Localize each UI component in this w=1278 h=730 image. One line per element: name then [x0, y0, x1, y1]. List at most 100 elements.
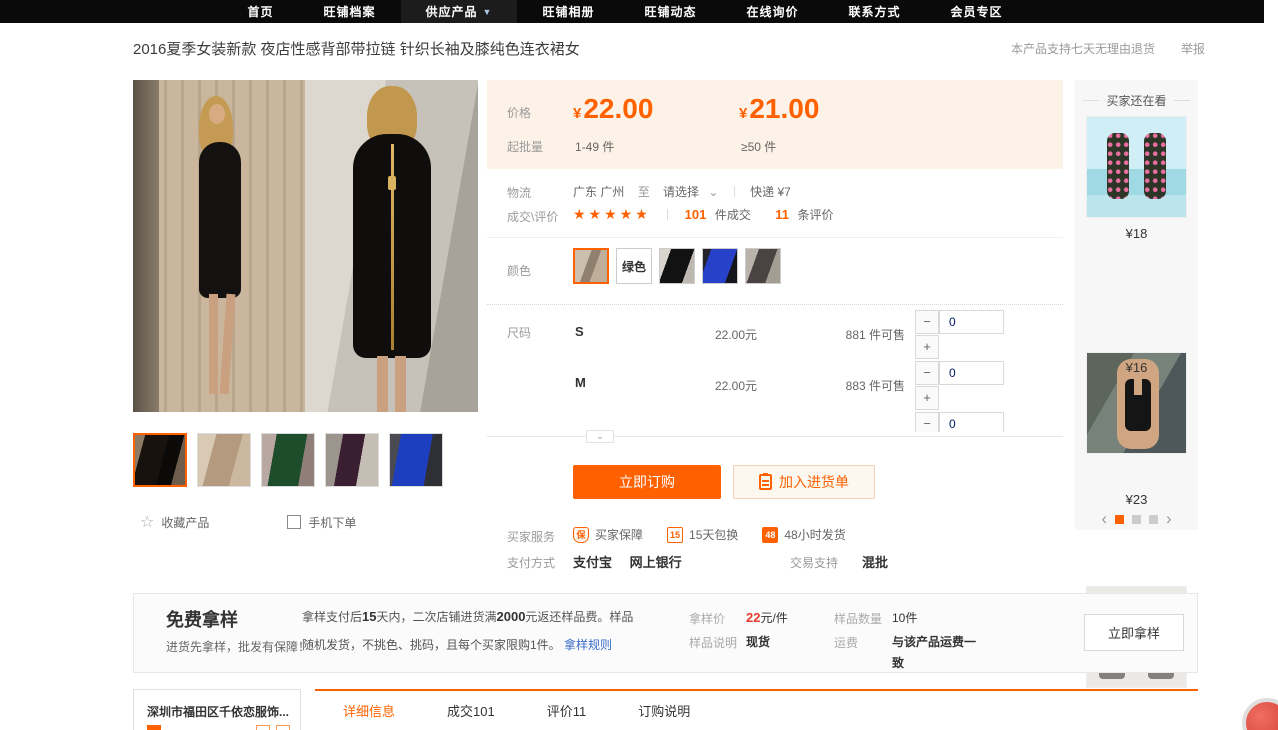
to-label: 至	[638, 185, 650, 199]
tab-deals[interactable]: 成交101	[447, 701, 495, 720]
nav-products-label: 供应产品	[426, 3, 478, 20]
sidebar-pager: ‹ ›	[1075, 514, 1198, 524]
seller-name[interactable]: 深圳市福田区千依恋服饰...	[147, 703, 289, 720]
nav-home[interactable]: 首页	[222, 0, 298, 23]
chevron-down-icon[interactable]: ⌄	[708, 185, 718, 199]
get-sample-button[interactable]: 立即拿样	[1084, 614, 1184, 651]
add-to-cart-label: 加入进货单	[779, 472, 849, 492]
tab-detail-info[interactable]: 详细信息	[343, 701, 395, 720]
next-arrow-icon[interactable]: ›	[1166, 514, 1172, 524]
swatch-blue[interactable]	[702, 248, 738, 284]
nav-contact[interactable]: 联系方式	[823, 0, 925, 23]
header: 2016夏季女装新款 夜店性感背部带拉链 针织长袖及膝纯色连衣裙女 本产品支持七…	[133, 38, 1205, 59]
nav-member-zone[interactable]: 会员专区	[926, 0, 1028, 23]
qr-code-icon[interactable]	[287, 515, 301, 529]
sample-freight-value: 与该产品运费一	[892, 633, 976, 650]
chevron-down-icon: ▼	[483, 7, 493, 17]
nav-activity[interactable]: 旺铺动态	[619, 0, 721, 23]
destination-select[interactable]: 请选择	[663, 185, 699, 199]
mobile-order-button[interactable]: 手机下单	[308, 514, 356, 531]
report-link[interactable]: 举报	[1181, 40, 1205, 59]
sample-qty-label: 样品数量	[834, 610, 882, 627]
product-page: 首页 旺铺档案 供应产品 ▼ 旺铺相册 旺铺动态 在线询价 联系方式 会员专区 …	[0, 0, 1278, 730]
sample-stock-label: 样品说明	[689, 634, 737, 651]
quantity-input[interactable]	[939, 412, 1004, 432]
thumbnail-blue-dress[interactable]	[389, 433, 443, 487]
deal-count[interactable]: 101	[685, 207, 707, 222]
rating-row: ★★★★★ 101 件成交 11 条评价	[573, 206, 834, 224]
expand-sizes-button[interactable]: ⌄	[586, 430, 614, 443]
payment-methods: 支付宝 网上银行	[573, 552, 696, 571]
seller-badge-icon	[256, 725, 270, 730]
divider	[734, 186, 735, 197]
favorite-product-button[interactable]: 收藏产品	[161, 514, 209, 531]
sidebar-title: 买家还在看	[1075, 92, 1198, 109]
add-to-cart-button[interactable]: 加入进货单	[733, 465, 875, 499]
swatch-beige[interactable]	[573, 248, 609, 284]
price-tier-1: ¥22.00	[573, 95, 653, 128]
size-row-partial: −	[487, 412, 1063, 432]
thumbnail-purple-dress[interactable]	[325, 433, 379, 487]
swatch-dark[interactable]	[745, 248, 781, 284]
sample-price-value: 22元/件	[746, 609, 788, 626]
sample-rules-link[interactable]: 拿样规则	[564, 638, 612, 652]
alipay-option[interactable]: 支付宝	[573, 555, 612, 570]
tab-order-notes[interactable]: 订购说明	[638, 701, 690, 720]
nav-shop-profile[interactable]: 旺铺档案	[298, 0, 400, 23]
plus-button[interactable]: +	[915, 386, 939, 410]
service-15day-exchange[interactable]: 15 15天包换	[667, 526, 738, 543]
floating-service-button[interactable]	[1242, 698, 1278, 730]
order-now-button[interactable]: 立即订购	[573, 465, 721, 499]
sample-stock-value: 现货	[746, 633, 770, 650]
calendar-15-icon: 15	[667, 527, 683, 543]
origin-text: 广东 广州	[573, 185, 624, 199]
plus-button[interactable]: +	[915, 335, 939, 359]
service-buyer-protection[interactable]: 保 买家保障	[573, 526, 643, 543]
swatch-black[interactable]	[659, 248, 695, 284]
clipboard-icon	[759, 474, 772, 490]
tab-reviews[interactable]: 评价11	[547, 701, 587, 720]
model-front-photo	[133, 80, 305, 412]
size-stock: 881 件可售	[787, 326, 905, 343]
seller-box: 深圳市福田区千依恋服饰...	[133, 689, 301, 730]
return-policy-link[interactable]: 本产品支持七天无理由退货	[1011, 40, 1155, 59]
netbank-option[interactable]: 网上银行	[630, 555, 682, 570]
color-swatches: 绿色	[573, 248, 781, 284]
nav-products[interactable]: 供应产品 ▼	[401, 0, 518, 23]
minus-button[interactable]: −	[915, 310, 939, 334]
thumbnail-strip	[133, 433, 443, 487]
pager-dot-2[interactable]	[1132, 515, 1141, 524]
size-price: 22.00元	[667, 377, 757, 394]
qty-tier-2: ≥50 件	[741, 138, 776, 155]
service-48h-shipping[interactable]: 48 48小时发货	[762, 526, 845, 543]
thumbnail-green-dress[interactable]	[261, 433, 315, 487]
thumbnail-beige-dress[interactable]	[197, 433, 251, 487]
product-main-image[interactable]	[133, 80, 478, 412]
quantity-input[interactable]	[939, 361, 1004, 385]
minus-button[interactable]: −	[915, 412, 939, 432]
size-list: S 22.00元 881 件可售 − + M 22.00元 883 件可售 − …	[487, 306, 1063, 432]
swatch-green[interactable]: 绿色	[616, 248, 652, 284]
nav-inquiry[interactable]: 在线询价	[721, 0, 823, 23]
size-row-m: M 22.00元 883 件可售 − +	[487, 361, 1063, 411]
seller-badge-icon	[276, 725, 290, 730]
prev-arrow-icon[interactable]: ‹	[1101, 514, 1107, 524]
seller-badge-icon	[147, 725, 161, 730]
trade-support-value: 混批	[862, 552, 888, 571]
related-product-1[interactable]	[1086, 116, 1187, 218]
top-nav: 首页 旺铺档案 供应产品 ▼ 旺铺相册 旺铺动态 在线询价 联系方式 会员专区	[0, 0, 1264, 23]
logistics-label: 物流	[507, 184, 531, 201]
detail-tabbar: 详细信息 成交101 评价11 订购说明	[315, 689, 1198, 730]
thumbnail-black-dress[interactable]	[133, 433, 187, 487]
minus-button[interactable]: −	[915, 361, 939, 385]
price-box: 价格 ¥22.00 ¥21.00 起批量 1-49 件 ≥50 件	[487, 80, 1063, 169]
star-icon[interactable]: ☆	[140, 512, 154, 532]
divider	[487, 304, 1063, 305]
review-count[interactable]: 11	[775, 207, 789, 222]
pager-dot-1[interactable]	[1115, 515, 1124, 524]
quantity-input[interactable]	[939, 310, 1004, 334]
currency-symbol: ¥	[739, 105, 747, 122]
pager-dot-3[interactable]	[1149, 515, 1158, 524]
clock-48-icon: 48	[762, 527, 778, 543]
nav-album[interactable]: 旺铺相册	[517, 0, 619, 23]
